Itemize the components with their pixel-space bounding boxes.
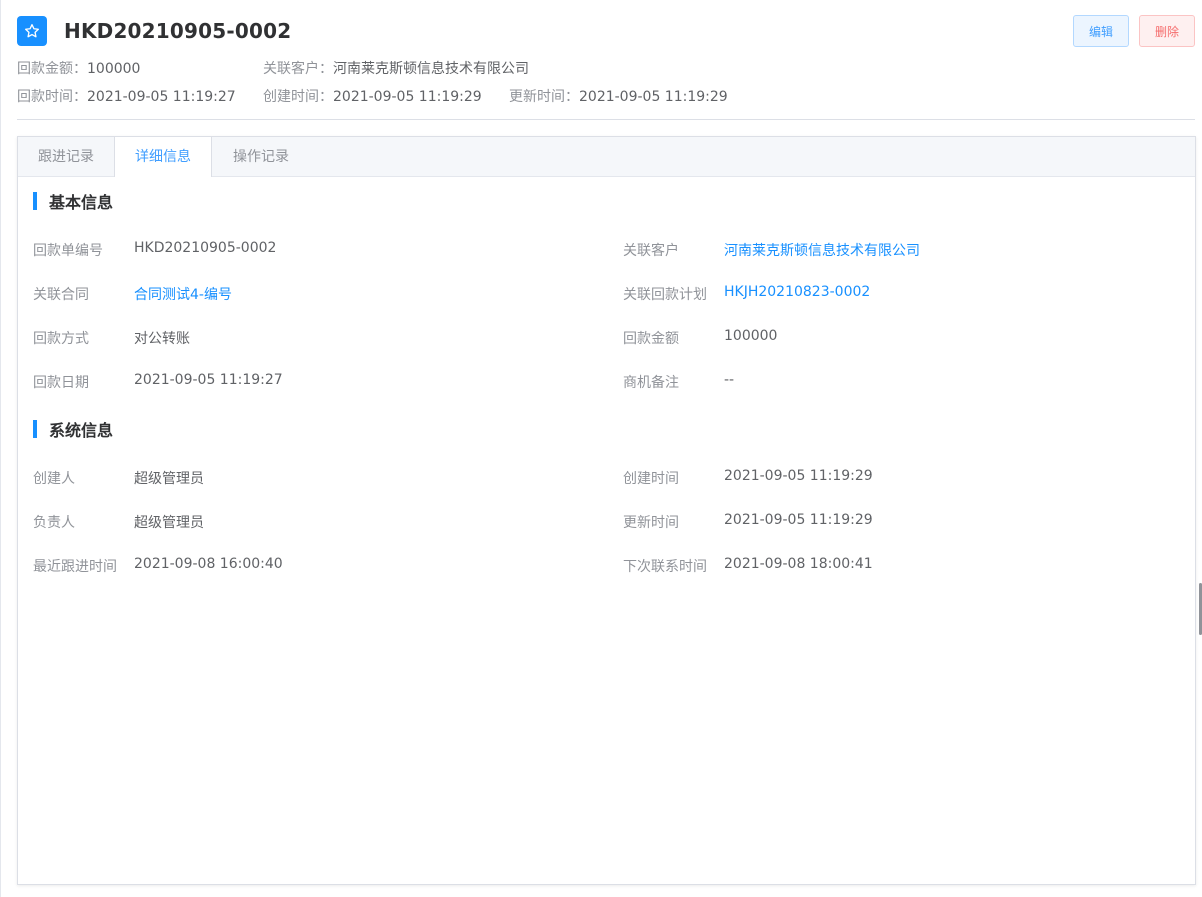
payment-date-label: 回款日期: [33, 375, 89, 391]
remark-label: 商机备注: [623, 375, 679, 391]
section-system-info: 系统信息: [33, 419, 114, 440]
meta-payment-time: 回款时间：2021-09-05 11:19:27: [17, 86, 236, 106]
section-system-title: 系统信息: [49, 421, 114, 440]
meta-amount-value: 100000: [87, 61, 141, 77]
meta-created-label: 创建时间：: [263, 89, 333, 105]
meta-customer-label: 关联客户：: [263, 61, 333, 77]
tab-bar: 跟进记录 详细信息 操作记录: [18, 137, 1195, 177]
receipt-no-value: HKD20210905-0002: [134, 240, 277, 256]
tabs-card: 跟进记录 详细信息 操作记录 基本信息 回款单编号 HKD20210905-00…: [17, 136, 1196, 885]
creator-label: 创建人: [33, 471, 75, 487]
meta-created-value: 2021-09-05 11:19:29: [333, 89, 482, 105]
star-icon: [25, 24, 39, 38]
next-contact-value: 2021-09-08 18:00:41: [724, 556, 873, 572]
page-title: HKD20210905-0002: [64, 19, 292, 43]
favorite-button[interactable]: [17, 16, 47, 46]
payment-method-label: 回款方式: [33, 331, 89, 347]
created-time-label: 创建时间: [623, 471, 679, 487]
section-accent-bar: [33, 192, 37, 210]
delete-button[interactable]: 删除: [1139, 15, 1195, 47]
updated-time-label: 更新时间: [623, 515, 679, 531]
meta-payment-time-label: 回款时间：: [17, 89, 87, 105]
remark-value: --: [724, 372, 735, 388]
tab-follow-records[interactable]: 跟进记录: [18, 137, 114, 177]
amount-value: 100000: [724, 328, 778, 344]
meta-updated-label: 更新时间：: [509, 89, 579, 105]
tab-operation-records[interactable]: 操作记录: [212, 137, 310, 177]
header-actions: 编辑 删除: [1073, 15, 1195, 47]
payment-date-value: 2021-09-05 11:19:27: [134, 372, 283, 388]
payment-plan-link[interactable]: HKJH20210823-0002: [724, 284, 870, 300]
section-accent-bar: [33, 420, 37, 438]
meta-amount: 回款金额：100000: [17, 58, 140, 78]
owner-value: 超级管理员: [134, 515, 204, 531]
title-row: HKD20210905-0002: [17, 15, 291, 47]
last-follow-label: 最近跟进时间: [33, 559, 117, 575]
section-basic-info: 基本信息: [33, 191, 114, 212]
tab-details[interactable]: 详细信息: [114, 137, 212, 177]
created-time-value: 2021-09-05 11:19:29: [724, 468, 873, 484]
detail-header: HKD20210905-0002 编辑 删除 回款金额：100000 关联客户：…: [17, 0, 1202, 120]
receipt-no-label: 回款单编号: [33, 243, 103, 259]
updated-time-value: 2021-09-05 11:19:29: [724, 512, 873, 528]
meta-amount-label: 回款金额：: [17, 61, 87, 77]
amount-label: 回款金额: [623, 331, 679, 347]
last-follow-value: 2021-09-08 16:00:40: [134, 556, 283, 572]
owner-label: 负责人: [33, 515, 75, 531]
creator-value: 超级管理员: [134, 471, 204, 487]
section-basic-title: 基本信息: [49, 193, 114, 212]
header-divider: [17, 119, 1195, 120]
page-left-border: [0, 0, 1, 897]
contract-label: 关联合同: [33, 287, 89, 303]
meta-updated-value: 2021-09-05 11:19:29: [579, 89, 728, 105]
customer-label: 关联客户: [623, 243, 679, 259]
contract-link[interactable]: 合同测试4-编号: [134, 284, 232, 304]
customer-link[interactable]: 河南莱克斯顿信息技术有限公司: [724, 240, 920, 260]
meta-updated-time: 更新时间：2021-09-05 11:19:29: [509, 86, 728, 106]
meta-customer: 关联客户：河南莱克斯顿信息技术有限公司: [263, 58, 529, 78]
meta-customer-value: 河南莱克斯顿信息技术有限公司: [333, 61, 529, 77]
payment-plan-label: 关联回款计划: [623, 287, 707, 303]
edit-button[interactable]: 编辑: [1073, 15, 1129, 47]
payment-method-value: 对公转账: [134, 331, 190, 347]
meta-created-time: 创建时间：2021-09-05 11:19:29: [263, 86, 482, 106]
next-contact-label: 下次联系时间: [623, 559, 707, 575]
meta-payment-time-value: 2021-09-05 11:19:27: [87, 89, 236, 105]
